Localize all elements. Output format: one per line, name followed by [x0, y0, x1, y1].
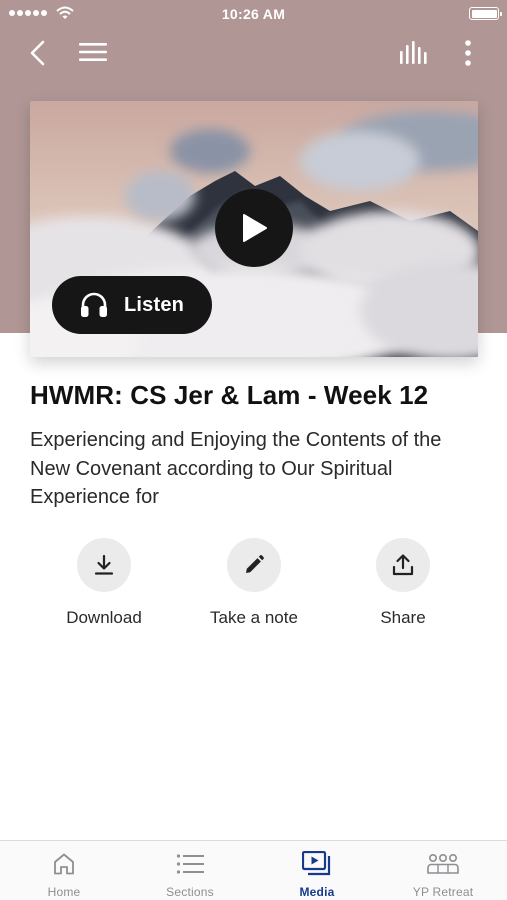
headphones-icon [80, 292, 108, 318]
group-icon [427, 851, 459, 877]
play-icon [243, 214, 267, 242]
battery-icon [469, 7, 502, 20]
tab-home[interactable]: Home [1, 841, 127, 900]
download-label: Download [66, 608, 142, 627]
tab-sections-label: Sections [166, 885, 214, 899]
tab-media[interactable]: Media [254, 841, 380, 900]
take-note-button[interactable]: Take a note [184, 538, 324, 628]
tab-yp-retreat-label: YP Retreat [412, 885, 474, 899]
tab-media-label: Media [299, 885, 335, 899]
play-button[interactable] [215, 189, 293, 267]
list-icon [176, 851, 204, 877]
tab-sections[interactable]: Sections [127, 841, 253, 900]
listen-label: Listen [124, 293, 185, 316]
listen-button[interactable]: Listen [52, 276, 212, 334]
share-button[interactable]: Share [333, 538, 473, 628]
more-vertical-icon[interactable] [462, 39, 474, 67]
back-chevron-icon[interactable] [28, 40, 48, 66]
media-icon [302, 851, 332, 877]
share-icon [376, 538, 430, 592]
page-title: HWMR: CS Jer & Lam - Week 12 [30, 380, 429, 410]
audio-bars-icon[interactable] [399, 41, 429, 65]
take-note-label: Take a note [210, 608, 298, 627]
status-bar: 10:26 AM [0, 0, 507, 28]
tab-home-label: Home [47, 885, 81, 899]
download-icon [77, 538, 131, 592]
status-time: 10:26 AM [221, 6, 286, 22]
share-label: Share [380, 608, 426, 627]
pencil-icon [227, 538, 281, 592]
download-button[interactable]: Download [34, 538, 174, 628]
episode-subtitle: Experiencing and Enjoying the Contents o… [30, 429, 442, 508]
tab-yp-retreat[interactable]: YP Retreat [380, 841, 506, 900]
hamburger-menu-icon[interactable] [79, 42, 107, 62]
tab-bar: Home Sections Media YP Retreat [0, 840, 507, 900]
home-icon [52, 851, 76, 877]
